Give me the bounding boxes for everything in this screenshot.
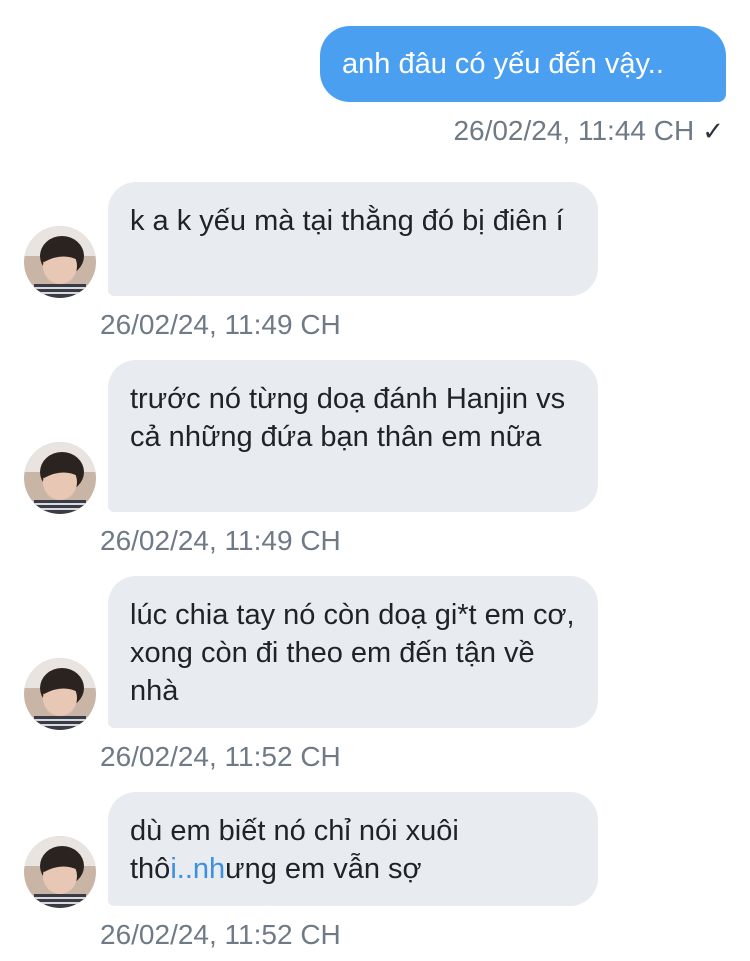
- received-message-timestamp: 26/02/24, 11:49 CH: [100, 525, 341, 556]
- sent-message-bubble[interactable]: anh đâu có yếu đến vậy..: [320, 26, 726, 102]
- sent-message-meta: 26/02/24, 11:44 CH ✓: [453, 114, 724, 148]
- received-message-text: k a k yếu mà tại thằng đó bị điên í: [130, 205, 564, 237]
- contact-avatar[interactable]: [24, 442, 96, 514]
- checkmark-icon: ✓: [702, 116, 724, 146]
- received-message-text: lúc chia tay nó còn doạ gi*t em cơ, xong…: [130, 599, 575, 707]
- avatar-photo-icon: [24, 658, 96, 730]
- avatar-photo-icon: [24, 226, 96, 298]
- received-message-bubble[interactable]: dù em biết nó chỉ nói xuôi thôi..nhưng e…: [108, 792, 598, 906]
- received-message-text: trước nó từng doạ đánh Hanjin vs cả nhữn…: [130, 383, 566, 453]
- received-message-text-part: ưng em vẫn sợ: [225, 853, 422, 885]
- received-message-timestamp: 26/02/24, 11:52 CH: [100, 919, 341, 950]
- avatar-photo-icon: [24, 442, 96, 514]
- received-message-bubble[interactable]: lúc chia tay nó còn doạ gi*t em cơ, xong…: [108, 576, 598, 728]
- avatar-photo-icon: [24, 836, 96, 908]
- contact-avatar[interactable]: [24, 226, 96, 298]
- contact-avatar[interactable]: [24, 836, 96, 908]
- received-message-timestamp: 26/02/24, 11:52 CH: [100, 741, 341, 772]
- sent-message-text: anh đâu có yếu đến vậy..: [342, 48, 664, 80]
- received-message-bubble[interactable]: trước nó từng doạ đánh Hanjin vs cả nhữn…: [108, 360, 598, 512]
- sent-message-timestamp: 26/02/24, 11:44 CH: [453, 115, 695, 146]
- received-message-link-text[interactable]: i..nh: [170, 853, 225, 885]
- contact-avatar[interactable]: [24, 658, 96, 730]
- received-message-timestamp: 26/02/24, 11:49 CH: [100, 309, 341, 340]
- received-message-bubble[interactable]: k a k yếu mà tại thằng đó bị điên í: [108, 182, 598, 296]
